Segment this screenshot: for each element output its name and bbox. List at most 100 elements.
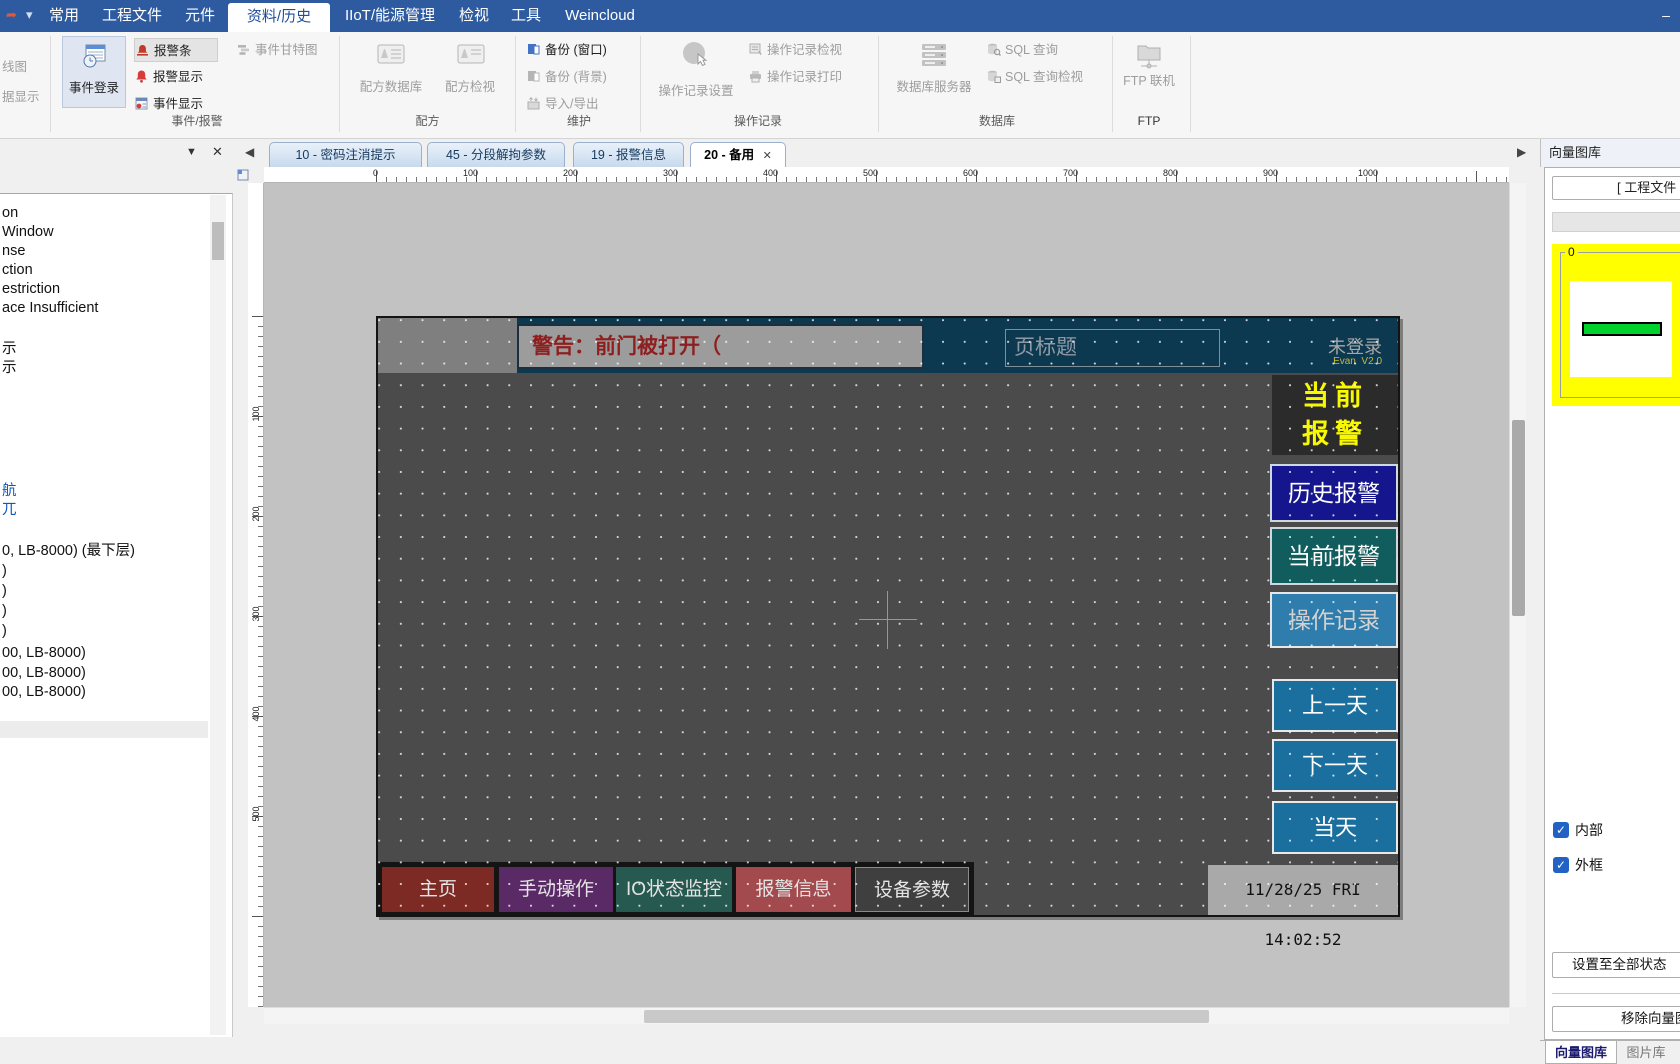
tree-item[interactable]: 示 bbox=[2, 340, 17, 358]
alarm-bar-icon bbox=[135, 43, 150, 58]
tree-item[interactable]: nse bbox=[2, 242, 25, 260]
canvas-vertical-scrollbar[interactable] bbox=[1509, 183, 1526, 1007]
nav-manual-button[interactable]: 手动操作 bbox=[499, 867, 613, 912]
tree-item[interactable]: estriction bbox=[2, 280, 60, 298]
oplog-settings-button[interactable]: 操作记录设置 bbox=[650, 36, 742, 108]
left-panel-dropdown-icon[interactable]: ▼ bbox=[186, 146, 197, 158]
history-alarm-button[interactable]: 历史报警 bbox=[1270, 464, 1398, 522]
current-alarm-panel-line2: 报警 bbox=[1272, 415, 1398, 453]
recipe-database-button[interactable]: 配方数据库 bbox=[350, 36, 432, 108]
operation-record-button[interactable]: 操作记录 bbox=[1270, 592, 1398, 648]
tree-item[interactable]: ) bbox=[2, 622, 7, 640]
alarm-marquee[interactable]: 警告：前门被打开（ bbox=[517, 324, 924, 369]
window-tree-panel[interactable]: on Window nse ction estriction ace Insuf… bbox=[0, 193, 233, 1037]
menu-tab-weincloud[interactable]: Weincloud bbox=[554, 0, 646, 32]
sql-query-view-button[interactable]: SQL 查询检视 bbox=[986, 65, 1106, 89]
nav-alarm-info-button[interactable]: 报警信息 bbox=[736, 867, 851, 912]
tree-item[interactable]: 航 bbox=[2, 482, 17, 500]
library-scope-dropdown[interactable]: [ 工程文件 bbox=[1552, 176, 1680, 200]
tree-item[interactable]: ) bbox=[2, 562, 7, 580]
left-panel-scrollbar-thumb[interactable] bbox=[212, 222, 224, 260]
tree-item[interactable]: ) bbox=[2, 582, 7, 600]
tree-item[interactable]: 00, LB-8000) bbox=[2, 644, 86, 662]
event-gantt-button[interactable]: 事件甘特图 bbox=[236, 38, 336, 62]
nav-device-params-button[interactable]: 设备参数 bbox=[855, 867, 969, 912]
previous-day-button[interactable]: 上一天 bbox=[1272, 679, 1398, 732]
hmi-screen[interactable]: 警告：前门被打开（ 页标题 未登录 Evan V2.0 当前 报警 历史报警 当… bbox=[376, 316, 1400, 917]
menu-tab-common[interactable]: 常用 bbox=[40, 0, 88, 32]
recipe-database-icon bbox=[376, 42, 406, 68]
database-server-label: 数据库服务器 bbox=[888, 80, 980, 94]
tab-window-19[interactable]: 19 - 报警信息 bbox=[573, 142, 684, 167]
tree-item-selected[interactable] bbox=[0, 721, 208, 738]
next-day-button[interactable]: 下一天 bbox=[1272, 739, 1398, 792]
ftp-connect-button[interactable]: FTP 联机 bbox=[1120, 36, 1178, 108]
oplog-view-button[interactable]: 操作记录检视 bbox=[748, 38, 866, 62]
tab-vector-library[interactable]: 向量图库 bbox=[1545, 1041, 1617, 1064]
tree-item[interactable]: Window bbox=[2, 223, 54, 241]
tree-item[interactable]: 0, LB-8000) (最下层) bbox=[2, 542, 135, 560]
current-alarm-panel[interactable]: 当前 报警 bbox=[1272, 375, 1398, 455]
ribbon-cut-label-history-data[interactable]: 据显示 bbox=[2, 86, 40, 105]
tab-picture-library[interactable]: 图片库 bbox=[1620, 1041, 1672, 1064]
event-gantt-icon bbox=[236, 42, 251, 57]
nav-home-button[interactable]: 主页 bbox=[382, 867, 494, 912]
outline-checkbox[interactable]: ✓ bbox=[1553, 857, 1569, 873]
datetime-display[interactable]: 11/28/25 FRI 14:02:52 bbox=[1208, 865, 1398, 915]
ribbon-cut-label-trend[interactable]: 线图 bbox=[2, 56, 27, 75]
tree-item[interactable]: ) bbox=[2, 602, 7, 620]
screen-header-gray-segment[interactable] bbox=[378, 318, 517, 373]
canvas-horizontal-scrollbar-thumb[interactable] bbox=[644, 1010, 1209, 1023]
tree-item[interactable]: ace Insufficient bbox=[2, 299, 98, 317]
tab-window-45[interactable]: 45 - 分段解拘参数 bbox=[427, 142, 565, 167]
tree-item[interactable]: on bbox=[2, 204, 18, 222]
tree-item[interactable]: 示 bbox=[2, 359, 17, 377]
tree-item[interactable]: 00, LB-8000) bbox=[2, 683, 86, 701]
tree-item[interactable]: 兀 bbox=[2, 501, 17, 519]
minimize-button[interactable]: – bbox=[1658, 8, 1674, 24]
left-panel-close-icon[interactable]: ✕ bbox=[212, 144, 223, 160]
current-alarm-panel-line1: 当前 bbox=[1272, 377, 1398, 415]
today-button[interactable]: 当天 bbox=[1272, 801, 1398, 854]
h-ruler-800: 800 bbox=[1138, 168, 1178, 178]
alarm-display-button[interactable]: 报警显示 bbox=[134, 65, 224, 89]
event-log-label: 事件登录 bbox=[63, 81, 125, 95]
canvas-vertical-scrollbar-thumb[interactable] bbox=[1512, 420, 1525, 616]
internal-checkbox[interactable]: ✓ bbox=[1553, 822, 1569, 838]
menu-tab-tool[interactable]: 工具 bbox=[502, 0, 550, 32]
alarm-bar-button[interactable]: 报警条 bbox=[134, 38, 218, 62]
oplog-print-button[interactable]: 操作记录打印 bbox=[748, 65, 866, 89]
tab-close-icon[interactable]: ✕ bbox=[763, 150, 772, 162]
set-all-states-button[interactable]: 设置至全部状态 bbox=[1552, 952, 1680, 978]
event-display-label: 事件显示 bbox=[153, 97, 203, 111]
tab-window-10[interactable]: 10 - 密码注消提示 bbox=[269, 142, 422, 167]
application-window: ➦ ▾ 常用 工程文件 元件 资料/历史 IIoT/能源管理 检视 工具 Wei… bbox=[0, 0, 1680, 1064]
event-log-button[interactable]: 事件登录 bbox=[62, 36, 126, 108]
sql-query-button[interactable]: SQL 查询 bbox=[986, 38, 1096, 62]
vector-gallery-item-selected[interactable]: 0 bbox=[1552, 244, 1680, 406]
left-panel-scrollbar[interactable] bbox=[210, 195, 226, 1035]
tree-item[interactable]: 00, LB-8000) bbox=[2, 664, 86, 682]
quick-access-customize-icon[interactable]: ▾ bbox=[26, 7, 33, 23]
tree-item[interactable]: ction bbox=[2, 261, 33, 279]
current-alarm-button[interactable]: 当前报警 bbox=[1270, 527, 1398, 585]
remove-vector-button[interactable]: 移除向量图库 bbox=[1552, 1006, 1680, 1032]
database-server-button[interactable]: 数据库服务器 bbox=[888, 36, 980, 108]
menu-tab-view[interactable]: 检视 bbox=[450, 0, 498, 32]
oplog-settings-icon bbox=[681, 40, 711, 74]
backup-window-button[interactable]: 备份 (窗口) bbox=[526, 38, 632, 62]
tab-scroll-left-icon[interactable]: ◀ bbox=[245, 145, 254, 159]
nav-io-status-button[interactable]: IO状态监控 bbox=[616, 867, 732, 912]
menu-tab-project[interactable]: 工程文件 bbox=[92, 0, 172, 32]
tab-window-20-active[interactable]: 20 - 备用 ✕ bbox=[690, 142, 786, 167]
menu-tab-object[interactable]: 元件 bbox=[176, 0, 224, 32]
menu-tab-data-history[interactable]: 资料/历史 bbox=[228, 3, 330, 32]
tab-scroll-right-icon[interactable]: ▶ bbox=[1517, 145, 1526, 159]
backup-background-button[interactable]: 备份 (背景) bbox=[526, 65, 632, 89]
oplog-view-icon bbox=[748, 42, 763, 57]
recipe-view-button[interactable]: 配方检视 bbox=[436, 36, 504, 108]
quick-access-redo-icon[interactable]: ➦ bbox=[6, 7, 17, 23]
canvas-horizontal-scrollbar[interactable] bbox=[264, 1007, 1509, 1024]
menu-tab-iiot[interactable]: IIoT/能源管理 bbox=[334, 0, 446, 32]
ruler-settings-icon[interactable] bbox=[237, 169, 249, 181]
